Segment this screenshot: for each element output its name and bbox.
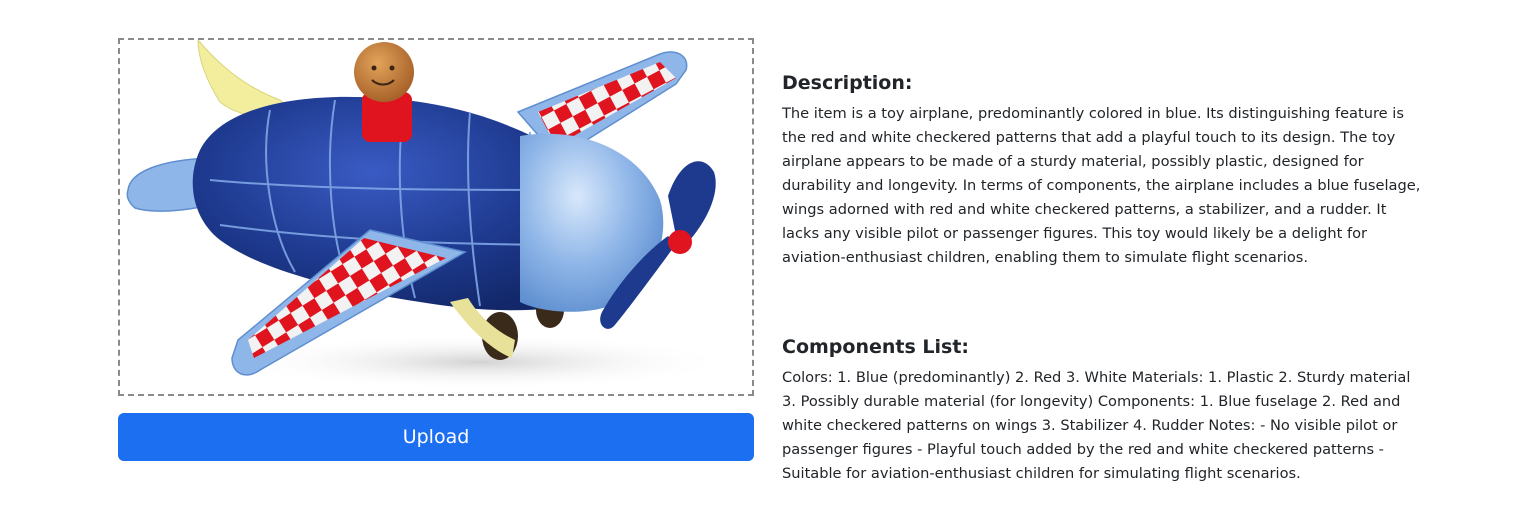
description-text: The item is a toy airplane, predominantl… (782, 105, 1421, 266)
toy-airplane-image (126, 40, 730, 390)
propeller-blade-top (668, 161, 716, 240)
image-dropzone[interactable] (118, 38, 754, 396)
description-title: Description: (782, 72, 913, 94)
pilot-head (354, 42, 414, 102)
components-section: Components List: Colors: 1. Blue (predom… (782, 334, 1422, 486)
upload-button[interactable]: Upload (118, 413, 754, 461)
analysis-panel: Description: The item is a toy airplane,… (782, 70, 1422, 482)
image-upload-panel: Upload (118, 38, 754, 461)
pilot-eye-right (389, 65, 395, 71)
propeller-hub (668, 230, 692, 254)
pilot-eye-left (371, 65, 377, 71)
components-title: Components List: (782, 336, 970, 358)
page: Upload Description: The item is a toy ai… (0, 0, 1540, 527)
wing-top-checker (538, 62, 676, 146)
components-text: Colors: 1. Blue (predominantly) 2. Red 3… (782, 369, 1411, 482)
description-section: Description: The item is a toy airplane,… (782, 70, 1422, 270)
